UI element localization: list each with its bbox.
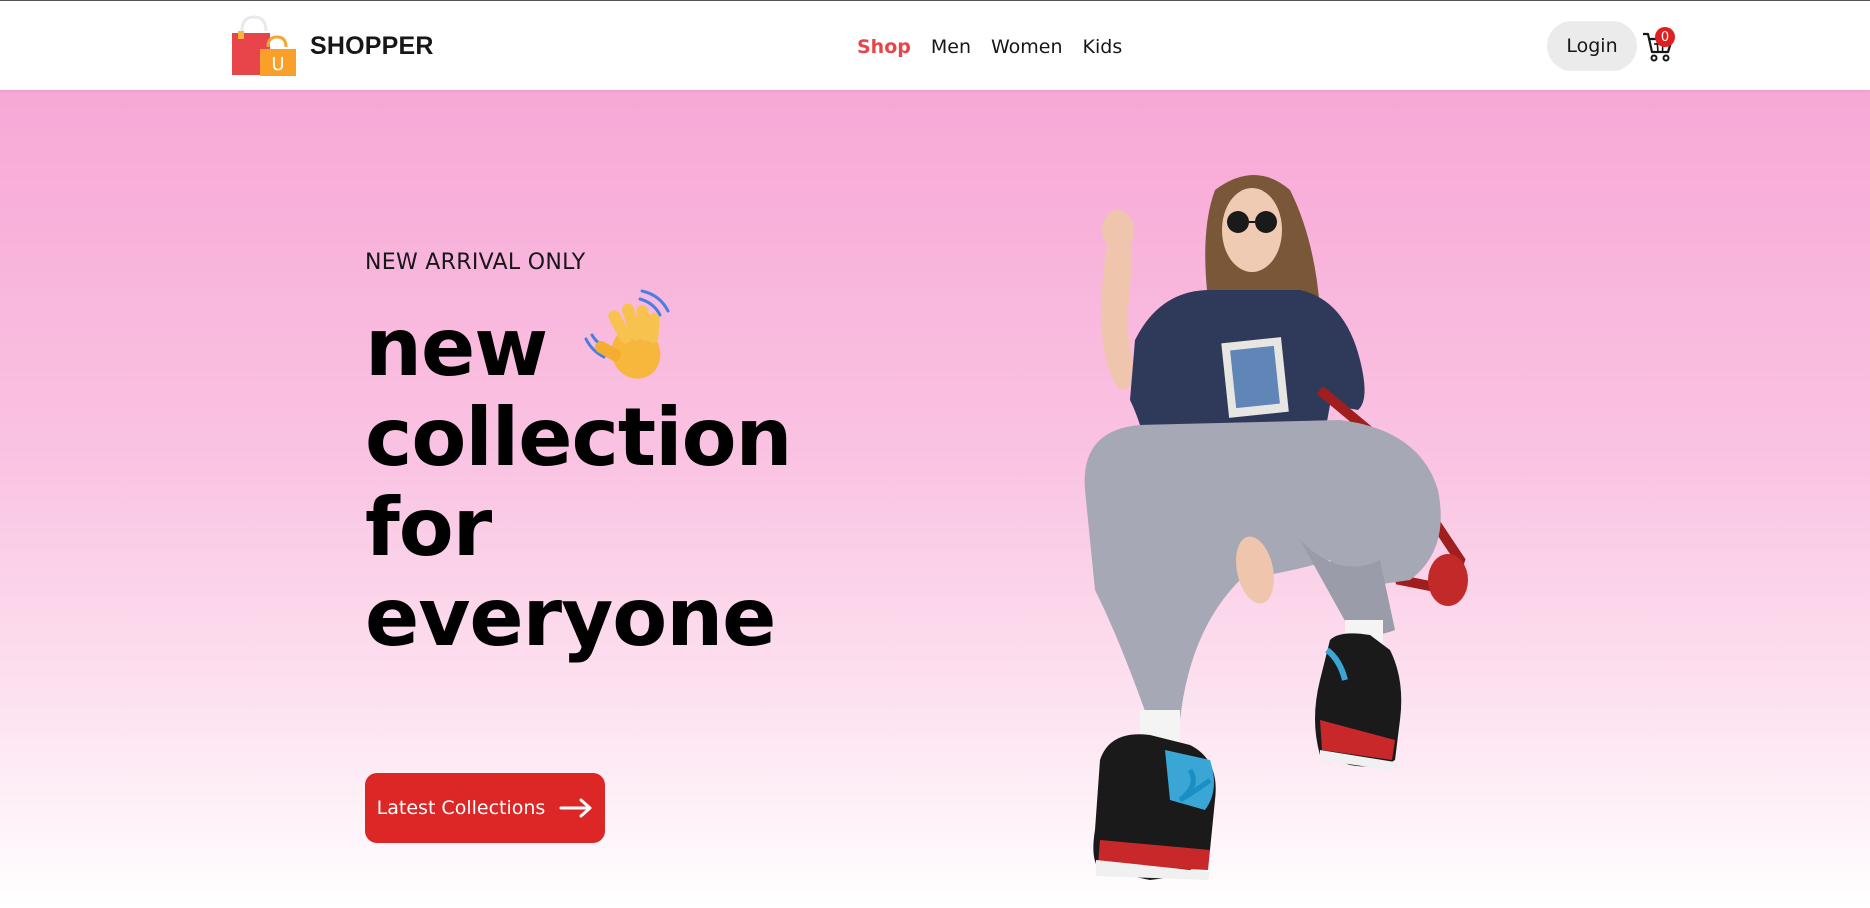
nav-item-men[interactable]: Men [931,33,971,61]
login-button[interactable]: Login [1547,21,1637,71]
hero-text: NEW ARRIVAL ONLY new collection for ever… [365,250,885,843]
hero-title-line-1: new [365,289,885,393]
hero-section: NEW ARRIVAL ONLY new collection for ever… [0,90,1870,908]
waving-hand-icon [584,289,680,385]
hero-title-line-2: collection [365,391,792,484]
nav-item-women[interactable]: Women [991,33,1063,61]
nav-item-kids[interactable]: Kids [1083,33,1123,61]
nav-menu: Shop Men Women Kids [857,33,1122,61]
navbar: U SHOPPER Shop Men Women Kids Login 0 [0,1,1870,90]
hero-title-line-4: everyone [365,571,776,664]
shopping-bags-icon: U [230,15,296,77]
hero-title: new collection for everyone [365,289,885,663]
cart-count-badge: 0 [1655,27,1675,47]
arrow-right-icon [559,798,593,818]
hero-model-image [1040,160,1490,880]
hero-title-line-3: for [365,481,492,574]
logo-bag-letter: U [271,54,284,75]
brand-name: SHOPPER [310,31,434,60]
logo[interactable]: U SHOPPER [230,15,434,77]
hero-title-word: new [365,301,548,394]
latest-collections-label: Latest Collections [376,797,546,819]
nav-item-shop[interactable]: Shop [857,33,911,61]
hero-eyebrow: NEW ARRIVAL ONLY [365,250,586,275]
latest-collections-button[interactable]: Latest Collections [365,773,605,843]
